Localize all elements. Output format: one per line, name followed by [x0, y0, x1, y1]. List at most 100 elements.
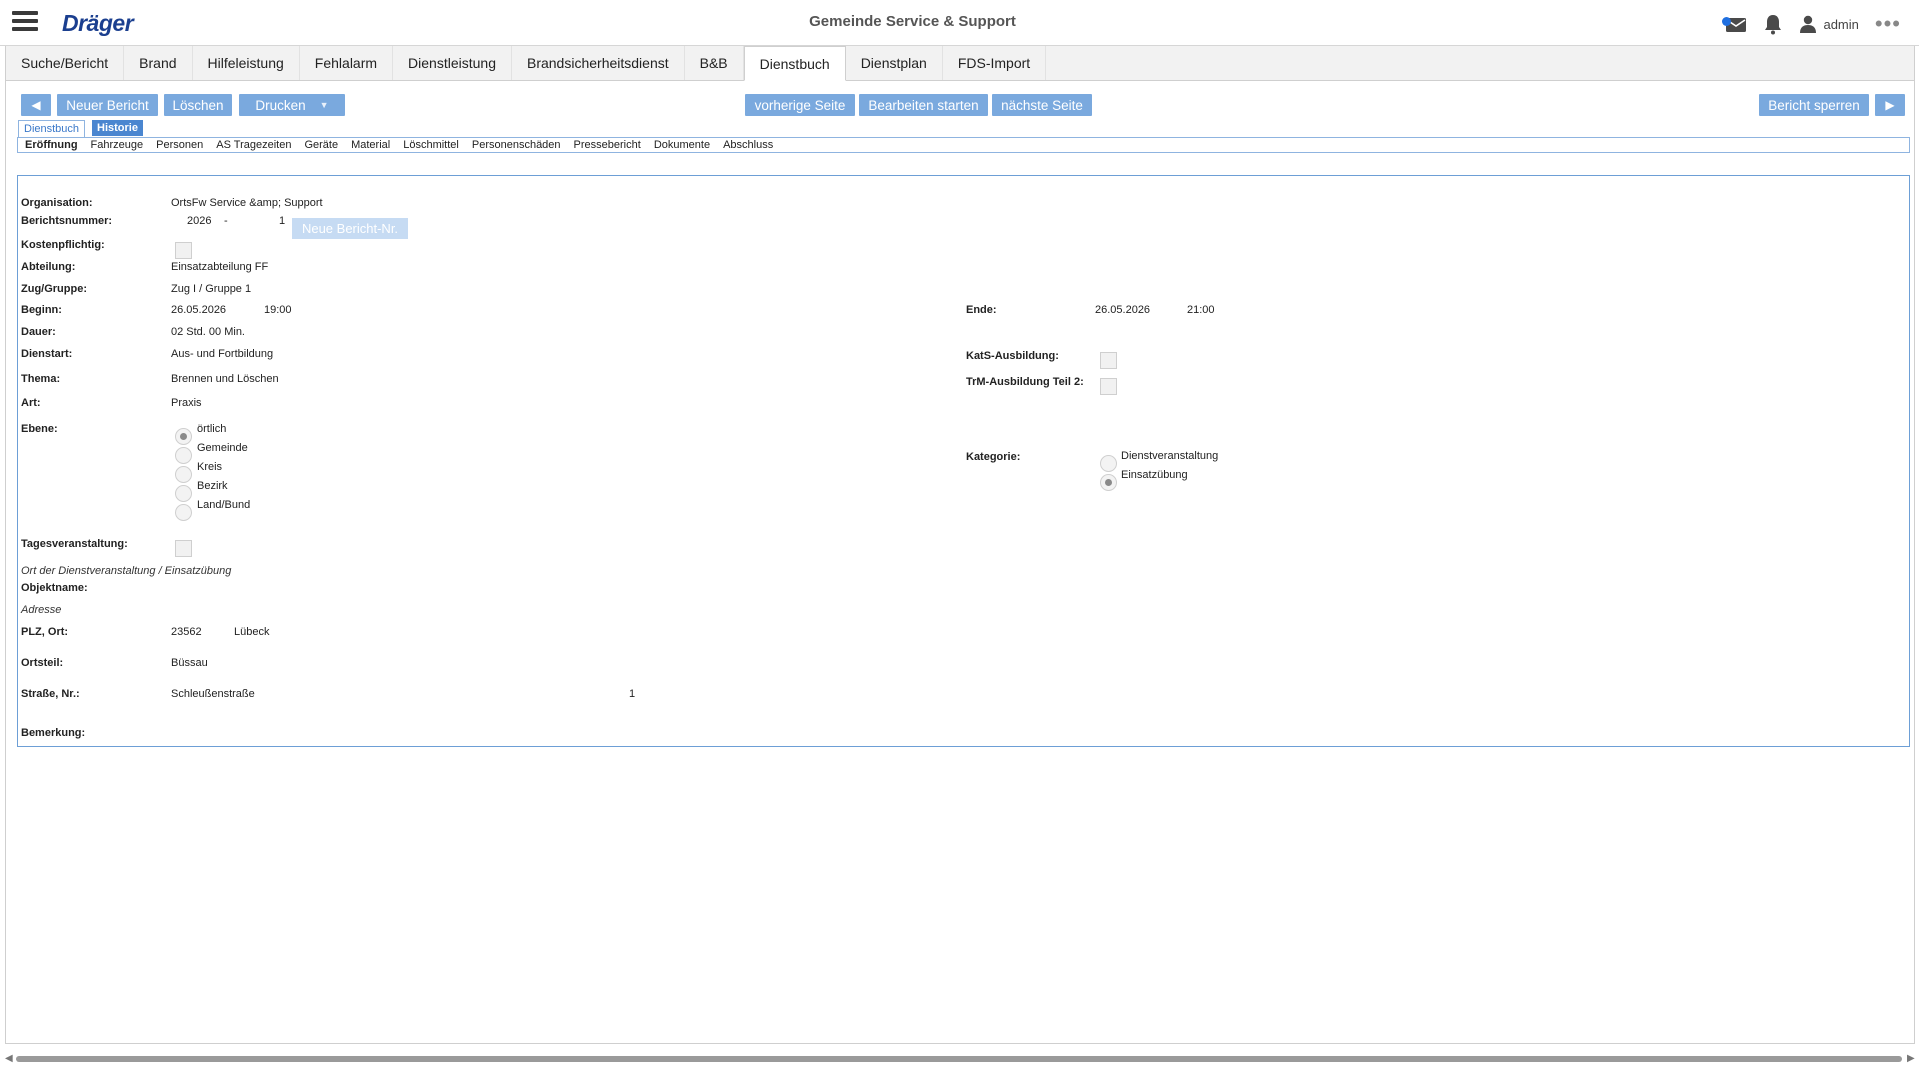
mail-icon[interactable] — [1722, 15, 1747, 33]
ende-time: 21:00 — [1187, 304, 1215, 316]
section-personen[interactable]: Personen — [156, 139, 203, 151]
scroll-left-icon[interactable]: ◀ — [5, 1053, 13, 1064]
section-pressebericht[interactable]: Pressebericht — [574, 139, 641, 151]
start-editing-button[interactable]: Bearbeiten starten — [859, 94, 988, 116]
thema-label: Thema: — [21, 373, 61, 385]
section-personenschaeden[interactable]: Personenschäden — [472, 139, 561, 151]
kats-ausbildung-checkbox[interactable] — [1100, 352, 1117, 369]
kostenpflichtig-label: Kostenpflichtig: — [21, 239, 105, 251]
kategorie-radio-einsatzuebung[interactable] — [1100, 474, 1117, 491]
dauer-value: 02 Std. 00 Min. — [171, 326, 245, 338]
abteilung-label: Abteilung: — [21, 261, 76, 273]
tab-fds-import[interactable]: FDS-Import — [943, 46, 1047, 80]
section-dokumente[interactable]: Dokumente — [654, 139, 710, 151]
tab-dienstleistung[interactable]: Dienstleistung — [393, 46, 512, 80]
section-as-tragezeiten[interactable]: AS Tragezeiten — [216, 139, 291, 151]
main-frame: Suche/Bericht Brand Hilfeleistung Fehlal… — [5, 46, 1915, 1044]
prev-report-button[interactable]: ◀ — [21, 94, 51, 116]
user-menu[interactable]: admin — [1799, 15, 1859, 33]
ort-value: Lübeck — [234, 626, 270, 638]
next-page-button[interactable]: nächste Seite — [992, 94, 1092, 116]
user-name: admin — [1823, 16, 1859, 32]
lock-report-button[interactable]: Bericht sperren — [1759, 94, 1869, 116]
ebene-option-land-bund: Land/Bund — [197, 499, 251, 511]
beginn-label: Beginn: — [21, 304, 62, 316]
ortsteil-value: Büssau — [171, 657, 208, 669]
print-dropdown[interactable]: Drucken ▼ — [239, 94, 345, 116]
ende-label: Ende: — [966, 304, 997, 316]
horizontal-scrollbar[interactable]: ◀ ▶ — [0, 1052, 1919, 1066]
report-form: Organisation: OrtsFw Service &amp; Suppo… — [17, 175, 1910, 747]
section-fahrzeuge[interactable]: Fahrzeuge — [91, 139, 144, 151]
berichtsnummer-year: 2026 — [187, 215, 212, 227]
section-geraete[interactable]: Geräte — [304, 139, 338, 151]
ebene-option-kreis: Kreis — [197, 461, 223, 473]
section-material[interactable]: Material — [351, 139, 390, 151]
kats-ausbildung-label: KatS-Ausbildung: — [966, 350, 1059, 362]
ort-hint: Ort der Dienstveranstaltung / Einsatzübu… — [21, 565, 232, 577]
objektname-label: Objektname: — [21, 582, 88, 594]
zug-gruppe-value: Zug I / Gruppe 1 — [171, 283, 252, 295]
ebene-radio-bezirk[interactable] — [175, 485, 192, 502]
dauer-label: Dauer: — [21, 326, 56, 338]
trm-ausbildung-checkbox[interactable] — [1100, 378, 1117, 395]
trm-ausbildung-label: TrM-Ausbildung Teil 2: — [966, 376, 1084, 388]
bell-icon[interactable] — [1763, 13, 1783, 35]
scrollbar-thumb[interactable] — [16, 1056, 1902, 1062]
berichtsnummer-separator: - — [224, 215, 228, 227]
dienstart-label: Dienstart: — [21, 348, 73, 360]
previous-page-button[interactable]: vorherige Seite — [745, 94, 855, 116]
ebene-radio-oertlich[interactable] — [175, 428, 192, 445]
ende-date: 26.05.2026 — [1095, 304, 1151, 316]
subtab-historie[interactable]: Historie — [92, 120, 143, 136]
art-label: Art: — [21, 397, 41, 409]
ebene-radio-kreis[interactable] — [175, 466, 192, 483]
more-icon[interactable]: ••• — [1875, 13, 1901, 35]
ebene-radio-gemeinde[interactable] — [175, 447, 192, 464]
ebene-option-gemeinde: Gemeinde — [197, 442, 248, 454]
tab-dienstplan[interactable]: Dienstplan — [846, 46, 943, 80]
section-loeschmittel[interactable]: Löschmittel — [403, 139, 459, 151]
kategorie-label: Kategorie: — [966, 451, 1021, 463]
tagesveranstaltung-checkbox[interactable] — [175, 540, 192, 557]
main-tabs: Suche/Bericht Brand Hilfeleistung Fehlal… — [6, 46, 1914, 81]
beginn-time: 19:00 — [264, 304, 292, 316]
strasse-value: Schleußenstraße — [171, 688, 255, 700]
kostenpflichtig-checkbox[interactable] — [175, 242, 192, 259]
section-eroeffnung[interactable]: Eröffnung — [25, 139, 78, 151]
tagesveranstaltung-label: Tagesveranstaltung: — [21, 538, 128, 550]
subtab-dienstbuch[interactable]: Dienstbuch — [18, 120, 86, 137]
arrow-right-icon: ▶ — [1885, 98, 1895, 112]
user-icon — [1800, 15, 1817, 33]
tab-suche-bericht[interactable]: Suche/Bericht — [6, 46, 125, 80]
new-report-button[interactable]: Neuer Bericht — [57, 94, 158, 116]
scroll-right-icon[interactable]: ▶ — [1907, 1053, 1915, 1064]
hausnummer-value: 1 — [629, 688, 636, 700]
zug-gruppe-label: Zug/Gruppe: — [21, 283, 87, 295]
tab-hilfeleistung[interactable]: Hilfeleistung — [193, 46, 300, 80]
abteilung-value: Einsatzabteilung FF — [171, 261, 269, 273]
kategorie-option-dienstveranstaltung: Dienstveranstaltung — [1121, 450, 1219, 462]
tab-dienstbuch[interactable]: Dienstbuch — [743, 46, 846, 81]
berichtsnummer-label: Berichtsnummer: — [21, 215, 113, 227]
plz-value: 23562 — [171, 626, 202, 638]
tab-fehlalarm[interactable]: Fehlalarm — [300, 46, 394, 80]
art-value: Praxis — [171, 397, 202, 409]
tab-b-und-b[interactable]: B&B — [685, 46, 744, 80]
ebene-radio-land-bund[interactable] — [175, 504, 192, 521]
print-button-label: Drucken — [255, 97, 306, 113]
berichtsnummer-number: 1 — [279, 215, 286, 227]
tab-brand[interactable]: Brand — [124, 46, 193, 80]
next-report-button[interactable]: ▶ — [1875, 94, 1905, 116]
app-title: Gemeinde Service & Support — [809, 13, 1016, 30]
new-report-number-button[interactable]: Neue Bericht-Nr. — [292, 218, 408, 239]
beginn-date: 26.05.2026 — [171, 304, 227, 316]
arrow-left-icon: ◀ — [31, 98, 41, 112]
tab-brandsicherheitsdienst[interactable]: Brandsicherheitsdienst — [512, 46, 685, 80]
section-abschluss[interactable]: Abschluss — [723, 139, 773, 151]
kategorie-radio-dienstveranstaltung[interactable] — [1100, 455, 1117, 472]
organisation-label: Organisation: — [21, 197, 93, 209]
section-nav: Eröffnung Fahrzeuge Personen AS Tragezei… — [17, 137, 1910, 153]
delete-button[interactable]: Löschen — [164, 94, 232, 116]
dienstart-value: Aus- und Fortbildung — [171, 348, 274, 360]
